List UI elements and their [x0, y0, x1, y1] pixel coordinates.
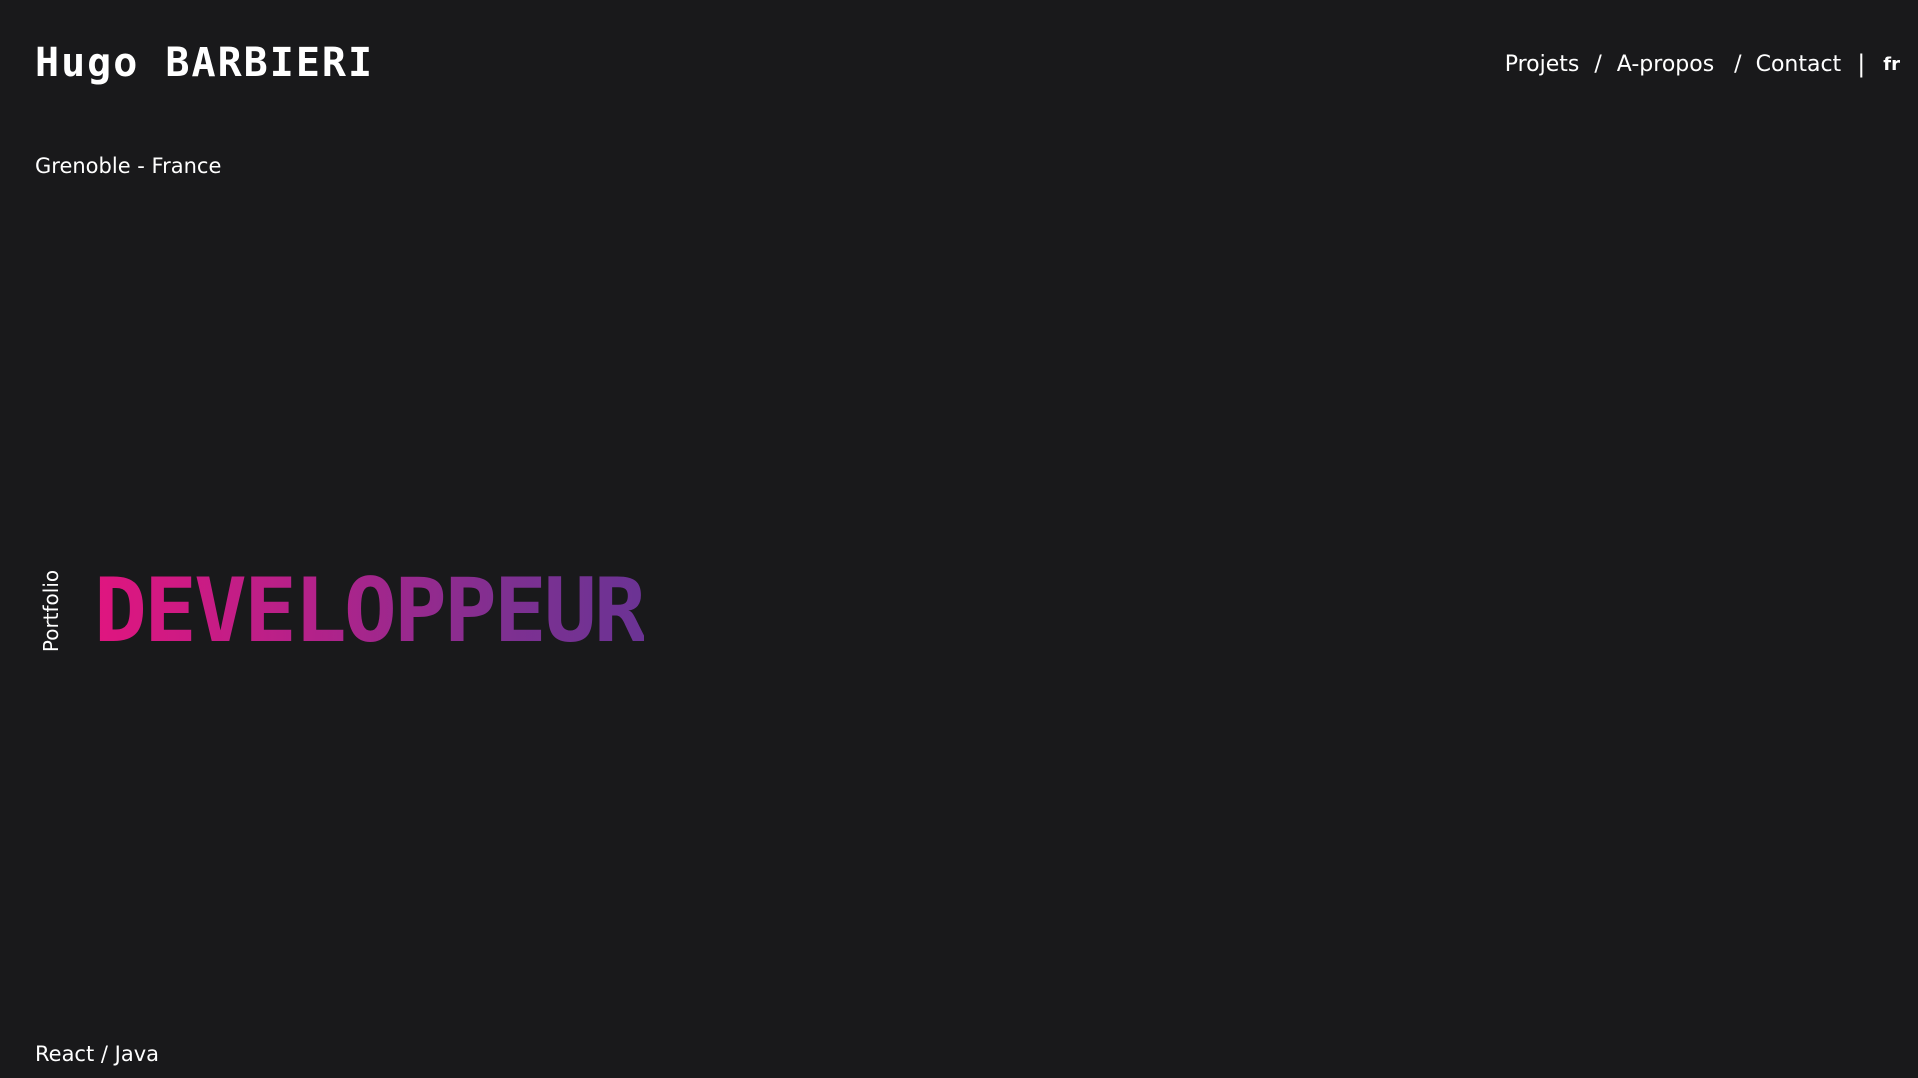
nav-divider: | — [1857, 50, 1866, 78]
tech-stack-text: React / Java — [35, 1042, 160, 1066]
portfolio-side-label: Portfolio — [36, 566, 66, 656]
nav-separator: / — [1594, 51, 1602, 77]
nav-link-contact[interactable]: Contact — [1756, 52, 1842, 77]
nav-separator: / — [1734, 51, 1742, 77]
page: Hugo BARBIERI Projets / A-propos / Conta… — [0, 0, 1918, 1078]
language-switch[interactable]: fr — [1883, 54, 1900, 75]
location-text: Grenoble - France — [35, 154, 222, 178]
brand-logo-link[interactable]: Hugo BARBIERI — [35, 40, 374, 86]
nav-link-a-propos[interactable]: A-propos — [1617, 52, 1714, 77]
portfolio-label-text: Portfolio — [39, 569, 63, 653]
nav-link-projets[interactable]: Projets — [1505, 52, 1580, 77]
main-nav: Projets / A-propos / Contact | fr — [1505, 50, 1900, 78]
hero-title: DEVELOPPEUR — [94, 556, 647, 666]
